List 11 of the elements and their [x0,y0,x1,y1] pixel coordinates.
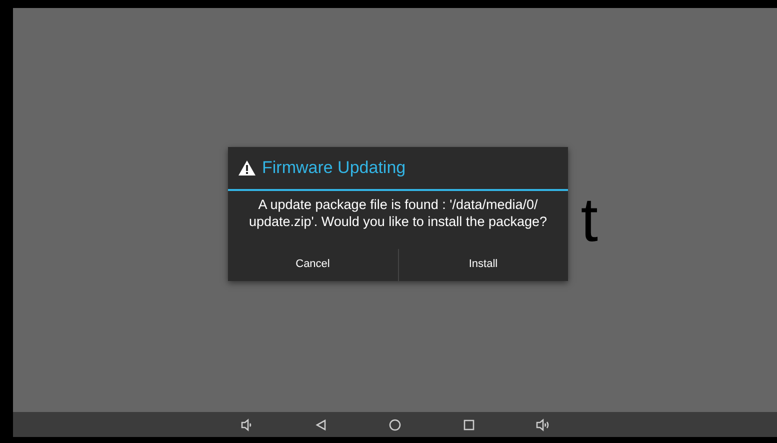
volume-down-button[interactable] [240,418,254,432]
dialog-message: A update package file is found : '/data/media/0/ update.zip'. Would you like to install the package? [248,196,548,232]
back-button[interactable] [314,418,328,432]
home-button[interactable] [388,418,402,432]
recents-button[interactable] [462,418,476,432]
dialog-title: Firmware Updating [262,157,406,179]
dialog-button[interactable]: Install [398,248,568,282]
warning-icon [238,160,256,176]
dialog-button[interactable]: Cancel [228,248,398,282]
volume-up-button[interactable] [536,418,550,432]
background-text: t [580,190,598,252]
